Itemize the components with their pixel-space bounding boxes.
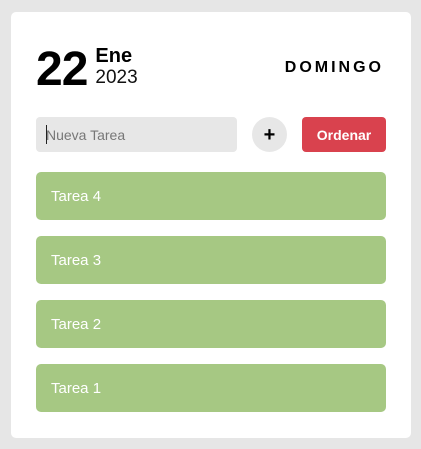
plus-icon: + [263, 123, 276, 146]
order-button[interactable]: Ordenar [302, 117, 386, 152]
text-caret [46, 125, 47, 144]
task-item[interactable]: Tarea 3 [36, 236, 386, 284]
task-list: Tarea 4 Tarea 3 Tarea 2 Tarea 1 [36, 172, 386, 412]
year-label: 2023 [95, 67, 138, 88]
task-item[interactable]: Tarea 2 [36, 300, 386, 348]
add-task-button[interactable]: + [252, 117, 287, 152]
weekday-label: DOMINGO [284, 59, 384, 76]
task-item[interactable]: Tarea 1 [36, 364, 386, 412]
new-task-input[interactable] [36, 117, 237, 152]
todo-card: 22 Ene 2023 DOMINGO + Ordenar Tarea 4 Ta… [11, 12, 411, 438]
task-item[interactable]: Tarea 4 [36, 172, 386, 220]
day-number: 22 [36, 43, 88, 96]
date-block: 22 Ene 2023 [36, 42, 138, 98]
month-label: Ene [95, 45, 133, 67]
month-year: Ene 2023 [95, 42, 137, 89]
